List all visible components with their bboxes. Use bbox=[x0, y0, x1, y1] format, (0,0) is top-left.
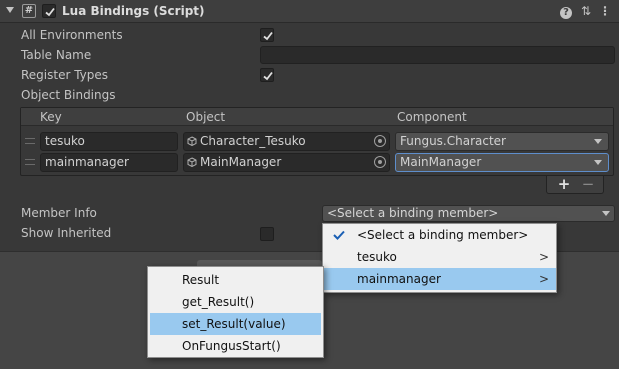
menu-item-tesuko[interactable]: tesuko > bbox=[323, 246, 556, 268]
dropdown-arrow-icon bbox=[602, 211, 610, 216]
register-types-label: Register Types bbox=[21, 68, 109, 82]
checkmark-icon bbox=[263, 71, 273, 81]
remove-row-button[interactable]: − bbox=[580, 176, 596, 192]
component-title: Lua Bindings (Script) bbox=[62, 4, 205, 18]
submenu-arrow-icon: > bbox=[539, 250, 550, 264]
object-name-mainmanager: MainManager bbox=[200, 155, 282, 169]
drag-handle-icon[interactable] bbox=[25, 159, 35, 165]
component-enabled-checkbox[interactable] bbox=[42, 4, 56, 18]
submenu-arrow-icon: > bbox=[539, 272, 550, 286]
submenu-item-get-result[interactable]: get_Result() bbox=[150, 291, 321, 313]
register-types-checkbox[interactable] bbox=[260, 68, 274, 82]
column-header-key: Key bbox=[40, 110, 62, 124]
dropdown-arrow-icon bbox=[594, 139, 602, 144]
add-row-button[interactable]: + bbox=[556, 176, 572, 192]
show-inherited-checkbox[interactable] bbox=[260, 227, 274, 241]
column-header-object: Object bbox=[186, 110, 226, 124]
object-picker-icon[interactable] bbox=[374, 135, 386, 147]
checkmark-icon bbox=[45, 7, 55, 17]
context-menu-icon[interactable]: ⋮ bbox=[598, 4, 612, 18]
object-picker-icon[interactable] bbox=[374, 156, 386, 168]
table-name-label: Table Name bbox=[21, 48, 92, 62]
all-environments-label: All Environments bbox=[21, 28, 123, 42]
foldout-arrow-icon[interactable] bbox=[6, 7, 14, 13]
menu-item-select-binding-member[interactable]: <Select a binding member> bbox=[323, 224, 556, 246]
drag-handle-icon[interactable] bbox=[25, 138, 35, 144]
show-inherited-label: Show Inherited bbox=[21, 226, 112, 240]
help-icon[interactable]: ? bbox=[559, 4, 573, 19]
submenu-item-onfungusstart[interactable]: OnFungusStart() bbox=[150, 335, 321, 357]
all-environments-checkbox[interactable] bbox=[260, 28, 274, 42]
dropdown-arrow-icon bbox=[594, 160, 602, 165]
key-input-tesuko[interactable]: tesuko bbox=[40, 132, 178, 151]
component-dropdown-mainmanager[interactable]: MainManager bbox=[395, 153, 609, 172]
table-name-input[interactable] bbox=[260, 46, 615, 64]
component-dropdown-tesuko[interactable]: Fungus.Character bbox=[395, 132, 609, 151]
checkmark-icon bbox=[333, 230, 345, 240]
object-name-tesuko: Character_Tesuko bbox=[200, 134, 306, 148]
submenu-item-set-result[interactable]: set_Result(value) bbox=[150, 313, 321, 335]
column-header-component: Component bbox=[397, 110, 467, 124]
key-input-mainmanager[interactable]: mainmanager bbox=[40, 153, 178, 172]
table-header bbox=[21, 108, 613, 126]
member-info-label: Member Info bbox=[21, 206, 97, 220]
script-icon: # bbox=[22, 4, 36, 18]
checkmark-icon bbox=[263, 31, 273, 41]
member-info-value: <Select a binding member> bbox=[327, 206, 499, 220]
object-bindings-label: Object Bindings bbox=[21, 88, 116, 102]
menu-item-mainmanager[interactable]: mainmanager > bbox=[323, 268, 556, 290]
submenu-item-result[interactable]: Result bbox=[150, 269, 321, 291]
presets-icon[interactable]: ⇅ bbox=[579, 4, 593, 18]
